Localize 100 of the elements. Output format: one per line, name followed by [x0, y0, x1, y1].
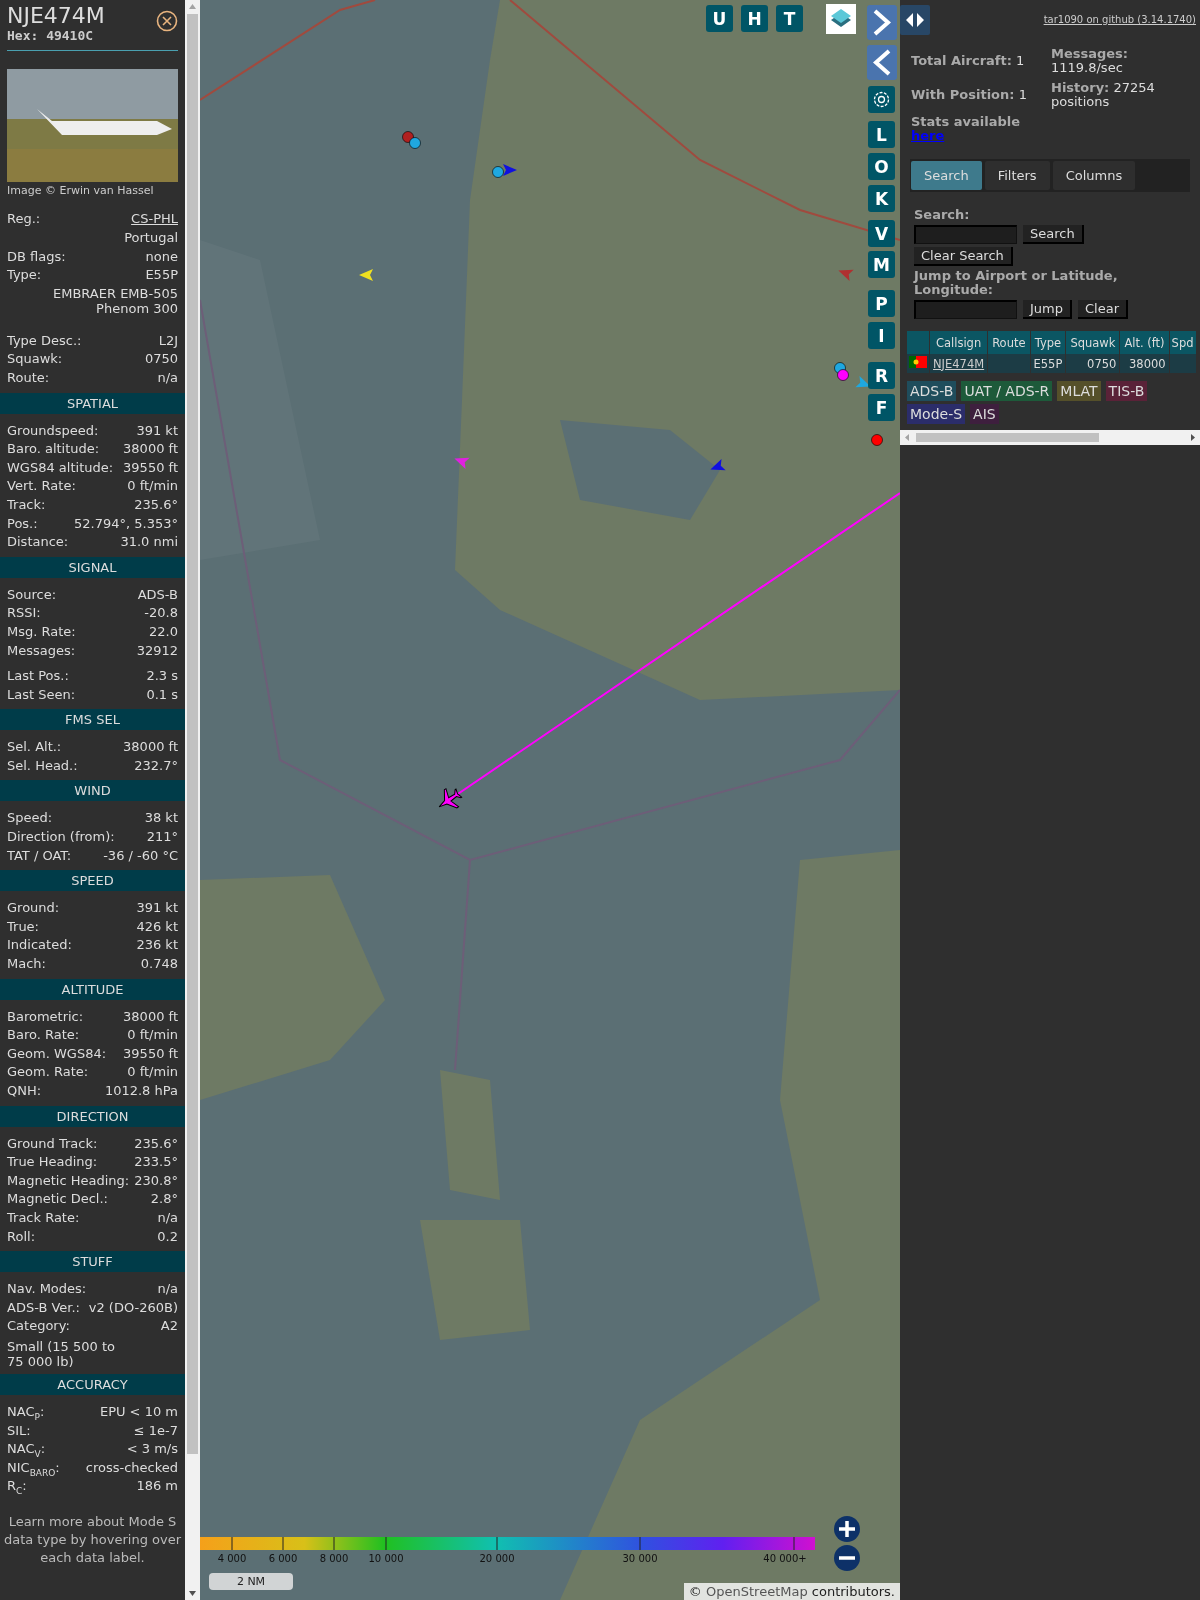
clear-button[interactable]: Clear: [1078, 300, 1128, 319]
map-toggle-button[interactable]: H: [741, 5, 768, 32]
scale-bar: 2 NM: [209, 1573, 293, 1590]
column-header[interactable]: Type: [1030, 331, 1066, 354]
field-value: 426 kt: [136, 917, 178, 936]
field-value: 233.5°: [134, 1153, 178, 1172]
map-toggle-button[interactable]: T: [776, 5, 803, 32]
source-type-tag: UAT / ADS-R: [961, 381, 1053, 401]
field-value: 211°: [146, 828, 178, 847]
field-value: n/a: [157, 368, 178, 387]
field-value: 2.8°: [150, 1190, 178, 1209]
altitude-label: 20 000: [479, 1553, 515, 1564]
panel-tab[interactable]: Search: [911, 161, 982, 190]
map-toggle-button[interactable]: F: [868, 394, 895, 421]
field-value: 0 ft/min: [127, 1026, 178, 1045]
field-value: 2.3 s: [146, 667, 178, 686]
map-toggle-button[interactable]: V: [868, 220, 895, 247]
search-button[interactable]: Search: [1023, 225, 1084, 244]
field-label: Ground Track:: [7, 1134, 98, 1153]
field-value: 186 m: [136, 1477, 178, 1496]
field-value: 0 ft/min: [127, 1063, 178, 1082]
field-label: QNH:: [7, 1082, 42, 1100]
map-toggle-button[interactable]: U: [706, 5, 733, 32]
field-label: TAT / OAT:: [7, 846, 72, 865]
field-label: Messages:: [7, 641, 76, 660]
stat-value: 1: [1018, 87, 1027, 102]
clear-search-button[interactable]: Clear Search: [914, 247, 1013, 266]
photo-credit: Image © Erwin van Hassel: [6, 183, 155, 198]
plus-icon: [839, 1521, 855, 1537]
field-value: 39550 ft: [123, 458, 178, 477]
field-label: Pos.:: [7, 514, 38, 533]
field-value: < 3 m/s: [126, 1440, 178, 1459]
column-header[interactable]: Spd: [1169, 331, 1196, 354]
field-value: 0750: [144, 350, 178, 369]
stat-label: With Position:: [911, 87, 1015, 102]
layers-icon[interactable]: [826, 4, 856, 34]
map-toggle-button[interactable]: L: [868, 121, 895, 148]
settings-icon[interactable]: [868, 86, 895, 113]
field-label: Magnetic Decl.:: [7, 1190, 108, 1209]
section-header: SPEED: [0, 870, 185, 892]
map-toggle-button[interactable]: O: [868, 153, 895, 180]
field-value: L2J: [158, 331, 178, 350]
panel-tab[interactable]: Columns: [1052, 161, 1136, 190]
section-header: SPATIAL: [0, 392, 185, 414]
jump-button[interactable]: Jump: [1023, 300, 1072, 319]
map-toggle-button[interactable]: R: [868, 362, 895, 389]
field-label: Track:: [7, 495, 46, 514]
horizontal-scrollbar[interactable]: [900, 430, 1200, 445]
field-value: 31.0 nmi: [120, 533, 178, 552]
map-toggle-button[interactable]: K: [868, 185, 895, 212]
altitude-label: 4 000: [217, 1553, 247, 1564]
field-label: NAC$_{V}$:: [7, 1440, 46, 1459]
field-label: Reg.:: [7, 210, 41, 228]
field-label: SIL:: [7, 1421, 31, 1440]
search-label: Search:: [914, 207, 970, 222]
map-toggle-button[interactable]: P: [868, 290, 895, 317]
table-cell: [1169, 354, 1196, 373]
column-header[interactable]: Alt. (ft): [1120, 331, 1169, 354]
field-label: Roll:: [7, 1227, 35, 1246]
panel-toggle-button[interactable]: [900, 5, 930, 35]
field-label: Distance:: [7, 533, 69, 552]
source-type-tag: ADS-B: [907, 381, 957, 401]
field-label: Barometric:: [7, 1007, 84, 1026]
search-input[interactable]: [914, 225, 1017, 244]
jump-input[interactable]: [914, 300, 1017, 319]
table-cell: 38000: [1120, 354, 1169, 373]
field-label: Speed:: [7, 809, 53, 828]
map-attribution: © OpenStreetMap contributors.: [683, 1583, 900, 1600]
github-version-link[interactable]: tar1090 on github (3.14.1740): [1043, 14, 1196, 25]
field-value: ≤ 1e-7: [133, 1421, 178, 1440]
field-value: 38000 ft: [123, 440, 178, 459]
field-value: cross-checked: [85, 1458, 178, 1477]
registration-link[interactable]: CS-PHL: [131, 210, 178, 229]
altitude-label: 10 000: [368, 1553, 404, 1564]
previous-arrow-button[interactable]: [867, 45, 897, 80]
next-arrow-button[interactable]: [867, 5, 897, 40]
column-header[interactable]: Squawk: [1066, 331, 1120, 354]
close-icon[interactable]: [156, 10, 178, 32]
field-label: Msg. Rate:: [7, 622, 76, 641]
field-value: 32912: [136, 641, 178, 660]
scrollbar[interactable]: [185, 0, 200, 1600]
field-label: Ground:: [7, 899, 60, 918]
map-toggle-button[interactable]: I: [868, 322, 895, 349]
openstreetmap-link[interactable]: OpenStreetMap: [706, 1584, 808, 1599]
field-label: True:: [7, 917, 39, 936]
stat-label: Messages:: [1051, 46, 1129, 61]
field-value: none: [145, 247, 178, 266]
field-value: Portugal: [123, 229, 178, 245]
table-cell: 0750: [1066, 354, 1120, 373]
altitude-label: 6 000: [268, 1553, 298, 1564]
field-label: Groundspeed:: [7, 421, 99, 440]
column-header[interactable]: Callsign: [930, 331, 988, 354]
field-value: 38000 ft: [123, 738, 178, 757]
field-value: 39550 ft: [123, 1044, 178, 1063]
column-header[interactable]: Route: [988, 331, 1030, 354]
panel-tab[interactable]: Filters: [984, 161, 1050, 190]
section-header: DIRECTION: [0, 1105, 185, 1127]
map-toggle-button[interactable]: M: [868, 251, 895, 278]
field-label: True Heading:: [7, 1153, 98, 1172]
history-stat: History: 27254 positions: [1051, 81, 1156, 109]
